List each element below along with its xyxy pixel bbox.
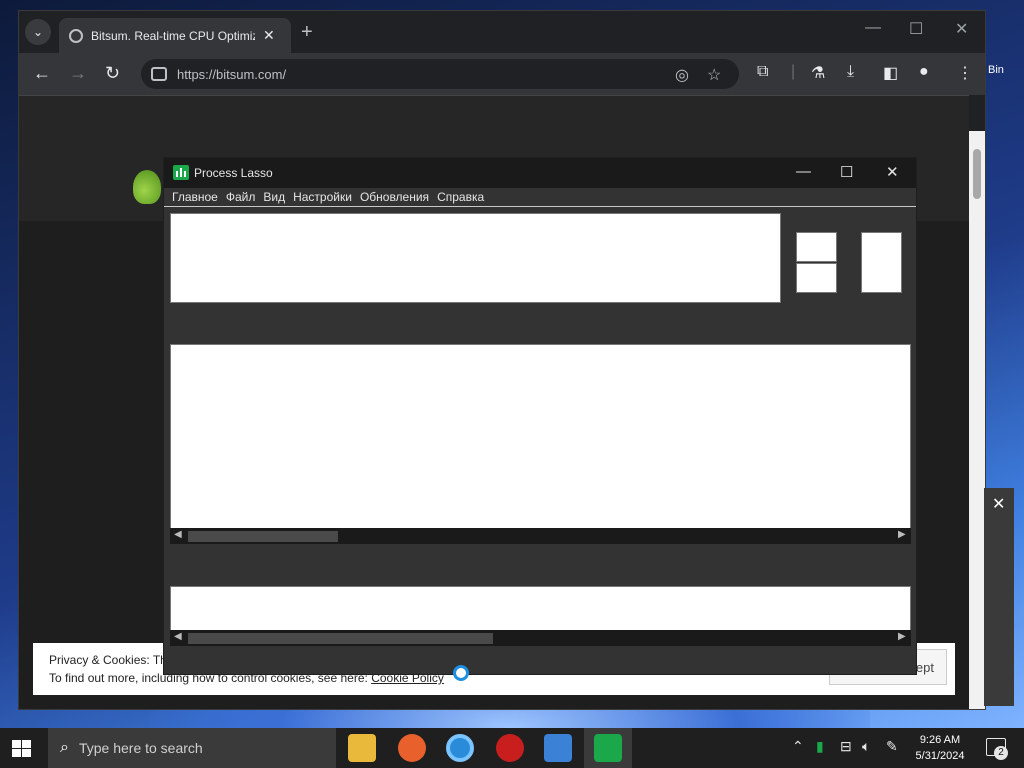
reload-button[interactable]: ↻ [105,63,120,84]
tab-title: Bitsum. Real-time CPU Optimiz [91,28,255,43]
lasso-minimize-button[interactable]: — [796,163,811,180]
chevron-up-icon[interactable]: ⌃ [792,738,804,755]
address-bar[interactable]: https://bitsum.com/ ◎ ☆ [141,59,739,89]
close-icon[interactable]: ✕ [263,27,275,44]
profile-icon[interactable]: ● [919,63,929,81]
taskbar: ⌕ Type here to search ⌃ ▮ ⊟ 🔈︎ ✎ 9:26 AM… [0,728,1024,768]
loading-spinner-icon [453,665,469,681]
process-lasso-taskbar-icon[interactable] [594,734,622,762]
volume-icon[interactable]: 🔈︎ [862,738,870,755]
firefox-icon[interactable] [398,734,426,762]
hscroll-thumb[interactable] [188,531,338,542]
store-icon[interactable] [544,734,572,762]
minimize-button[interactable]: — [865,19,881,37]
site-info-icon[interactable] [151,67,167,81]
clock-time: 9:26 AM [919,734,961,746]
eye-off-icon[interactable]: ◎ [675,65,689,85]
tab-strip: ⌄ Bitsum. Real-time CPU Optimiz ✕ + — ☐ … [19,11,985,53]
network-icon[interactable]: ⊟ [840,738,852,755]
lasso-title-bar[interactable]: Process Lasso — ☐ ✕ [164,158,916,188]
side-panel-icon[interactable]: ◧ [883,63,898,83]
scroll-right-icon[interactable]: ▶ [898,529,906,540]
side-popup: ✕ [984,488,1014,706]
menu-updates[interactable]: Обновления [352,188,429,206]
menu-main[interactable]: Главное [164,188,218,206]
menu-view[interactable]: Вид [255,188,285,206]
lasso-maximize-button[interactable]: ☐ [840,163,853,181]
hscroll-thumb[interactable] [188,633,493,644]
process-list[interactable] [170,344,911,681]
clock-date: 5/31/2024 [915,750,965,762]
bitsum-logo[interactable] [133,170,161,204]
process-list-hscroll[interactable]: ◀ ▶ [170,528,911,544]
menu-help[interactable]: Справка [429,188,484,206]
browser-toolbar: ← → ↻ https://bitsum.com/ ◎ ☆ ⧉ | ⚗ ⤓ ◧ … [19,53,985,95]
process-lasso-icon [173,165,189,180]
desktop-icon-label[interactable]: Bin [988,64,1004,76]
globe-icon [69,28,83,43]
tab-bitsum[interactable]: Bitsum. Real-time CPU Optimiz ✕ [59,18,291,53]
close-icon[interactable]: ✕ [992,494,1005,514]
new-tab-button[interactable]: + [301,21,313,44]
search-placeholder: Type here to search [78,740,203,756]
scroll-left-icon[interactable]: ◀ [174,631,182,642]
scroll-left-icon[interactable]: ◀ [174,529,182,540]
forward-button[interactable]: → [69,63,87,84]
log-panel[interactable] [170,586,911,632]
search-icon: ⌕ [60,739,69,756]
app-red-icon[interactable] [496,734,524,762]
lasso-title: Process Lasso [194,166,273,180]
close-window-button[interactable]: ✕ [955,19,968,39]
graph-panel [170,213,781,303]
notification-count: 2 [994,746,1008,760]
cpu-meter-bottom [796,263,837,293]
page-scrollbar[interactable] [969,131,985,709]
maximize-button[interactable]: ☐ [909,19,923,39]
star-icon[interactable]: ☆ [707,65,721,85]
extensions-icon[interactable]: ⧉ [757,63,768,81]
chevron-down-icon: ⌄ [32,25,44,39]
back-button[interactable]: ← [33,63,51,84]
cpu-meter-top [796,232,837,262]
chrome-icon[interactable] [446,734,474,762]
taskbar-search[interactable]: ⌕ Type here to search [48,728,336,768]
ram-meter [861,232,902,293]
process-lasso-window: Process Lasso — ☐ ✕ Главное Файл Вид Нас… [163,157,917,681]
url-text: https://bitsum.com/ [177,66,287,82]
menu-icon[interactable]: ⋮ [957,63,973,83]
scroll-thumb[interactable] [973,149,981,199]
download-icon[interactable]: ⤓ [847,63,854,81]
start-button[interactable] [12,740,32,758]
lasso-menu-bar: Главное Файл Вид Настройки Обновления Сп… [164,188,916,207]
system-clock[interactable]: 9:26 AM 5/31/2024 [908,732,972,764]
pen-icon[interactable]: ✎ [886,738,898,755]
menu-file[interactable]: Файл [218,188,256,206]
log-panel-hscroll[interactable]: ◀ ▶ [170,630,911,646]
cookie-text-line1: Privacy & Cookies: Th [49,653,167,667]
process-lasso-tray-icon[interactable]: ▮ [816,738,824,755]
scroll-right-icon[interactable]: ▶ [898,631,906,642]
flask-icon[interactable]: ⚗ [811,63,825,83]
tab-search-button[interactable]: ⌄ [25,19,51,45]
file-explorer-icon[interactable] [348,734,376,762]
lasso-close-button[interactable]: ✕ [886,163,899,181]
menu-settings[interactable]: Настройки [285,188,352,206]
toolbar-divider: | [791,63,796,80]
